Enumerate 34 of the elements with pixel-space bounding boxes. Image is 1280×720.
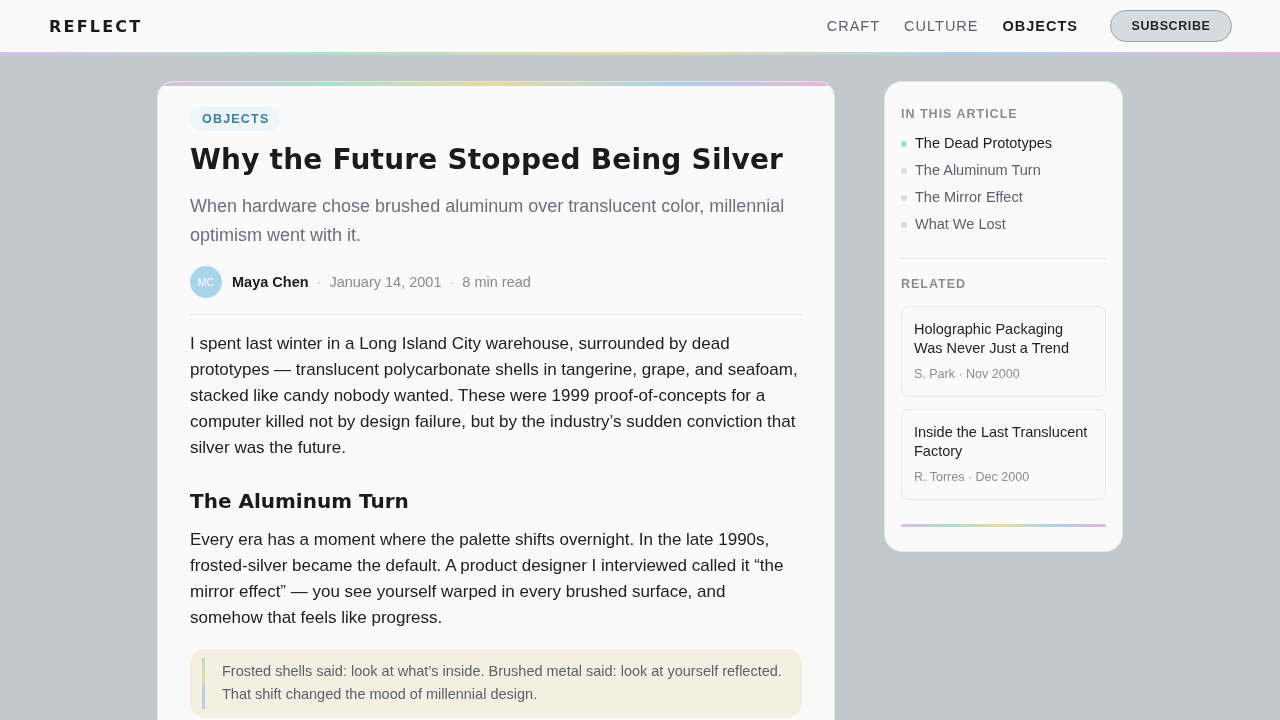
related-article-card[interactable]: Holographic Packaging Was Never Just a Trend S. Park · Nov 2000 xyxy=(901,306,1106,397)
nav-link[interactable]: OBJECTS xyxy=(1002,18,1078,34)
toc-heading: IN THIS ARTICLE xyxy=(901,107,1019,121)
bullet-dot-icon xyxy=(901,167,907,174)
body-paragraph: I spent last winter in a Long Island City warehouse, surrounded by dead prototypes — translucent polycarbonate shells in tangerine, grape, and seafoam, stacked like candy nobody wanted. These were 1999 proof-of-concepts for a computer killed not by design failure, but by the industry’s sudden conviction that silver was the future. xyxy=(190,333,799,459)
bullet-dot-icon xyxy=(901,194,907,201)
bullet-dot-icon xyxy=(901,221,907,228)
site-logo[interactable]: REFLECT xyxy=(49,16,143,36)
related-article-card[interactable]: Inside the Last Translucent Factory R. Torres · Dec 2000 xyxy=(901,409,1106,500)
toc-link[interactable]: What We Lost xyxy=(901,215,1106,234)
article-title: Why the Future Stopped Being Silver xyxy=(190,142,784,178)
toc-link[interactable]: The Mirror Effect xyxy=(901,188,1106,207)
bullet-dot-icon xyxy=(901,140,907,147)
category-tag[interactable]: OBJECTS xyxy=(190,107,281,131)
body-paragraph: Every era has a moment where the palette shifts overnight. In the late 1990s, frosted-silver became the default. A product designer I interviewed called it “the mirror effect” — you see yourself warped in every brushed surface, and somehow that feels like progress. xyxy=(190,529,785,629)
author-avatar: MC xyxy=(190,266,222,298)
toc-link[interactable]: The Aluminum Turn xyxy=(901,161,1106,180)
author-name: Maya Chen xyxy=(232,274,309,290)
pull-quote: Frosted shells said: look at what’s inside. Brushed metal said: look at yourself reflected. That shift changed the mood of millennial design. xyxy=(190,649,802,718)
related-title: Holographic Packaging Was Never Just a Trend xyxy=(914,320,1070,358)
nav-link[interactable]: CULTURE xyxy=(904,18,979,34)
separator-dot: · xyxy=(449,274,455,290)
separator-dot: · xyxy=(316,274,322,290)
related-meta: S. Park · Nov 2000 xyxy=(914,367,1020,381)
related-meta: R. Torres · Dec 2000 xyxy=(914,470,1030,484)
toc-link[interactable]: The Dead Prototypes xyxy=(901,134,1106,153)
publish-date: January 14, 2001 xyxy=(329,274,442,290)
article-subtitle: When hardware chose brushed aluminum over translucent color, millennial optimism went with it. xyxy=(190,195,786,247)
section-heading: The Aluminum Turn xyxy=(190,488,409,515)
read-time: 8 min read xyxy=(462,274,531,290)
nav-link[interactable]: CRAFT xyxy=(826,18,881,34)
subscribe-button[interactable]: SUBSCRIBE xyxy=(1110,10,1232,42)
related-title: Inside the Last Translucent Factory xyxy=(914,423,1089,461)
related-heading: RELATED xyxy=(901,277,968,291)
